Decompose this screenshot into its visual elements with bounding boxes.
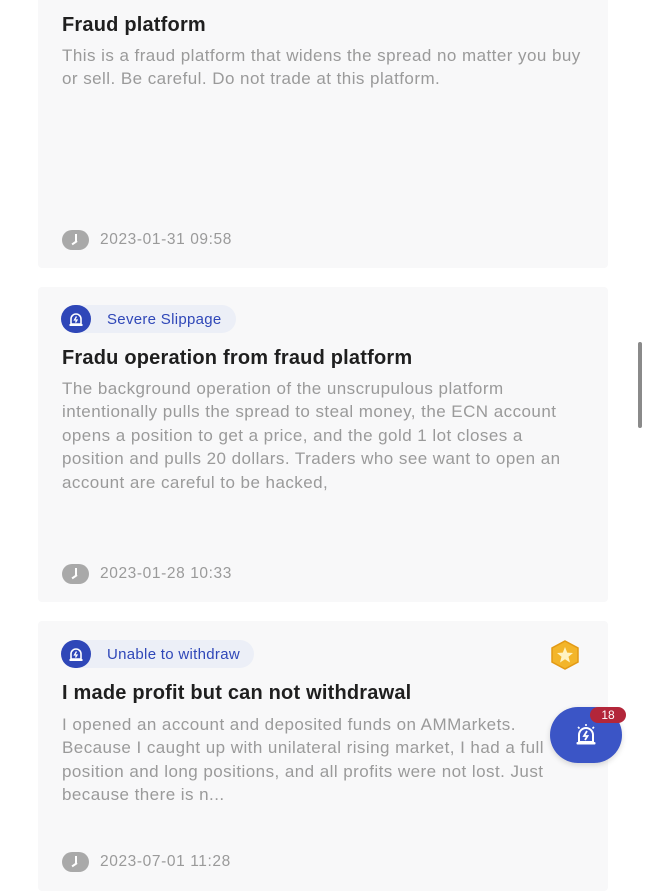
complaint-time: 2023-07-01 11:28 xyxy=(62,852,231,872)
complaint-title: Fraud platform xyxy=(62,14,206,36)
clock-icon xyxy=(62,564,89,584)
complaint-card[interactable]: Fraud platform This is a fraud platform … xyxy=(38,0,608,268)
complaint-card[interactable]: Unable to withdraw I made profit but can… xyxy=(38,621,608,891)
complaint-time: 2023-01-31 09:58 xyxy=(62,230,232,250)
complaint-body: This is a fraud platform that widens the… xyxy=(62,46,581,89)
complaint-card[interactable]: Severe Slippage Fradu operation from fra… xyxy=(38,287,608,602)
complaint-timestamp: 2023-01-28 10:33 xyxy=(100,565,232,582)
alarm-icon xyxy=(61,640,95,668)
category-tag: Severe Slippage xyxy=(61,305,236,333)
category-tag: Unable to withdraw xyxy=(61,640,254,668)
complaint-timestamp: 2023-07-01 11:28 xyxy=(100,853,231,870)
complaint-body: The background operation of the unscrupu… xyxy=(62,379,561,492)
clock-icon xyxy=(62,230,89,250)
complaint-body: I opened an account and deposited funds … xyxy=(62,715,544,805)
scrollbar[interactable] xyxy=(638,342,642,428)
clock-icon xyxy=(62,852,89,872)
complaint-title: I made profit but can not withdrawal xyxy=(62,682,412,704)
alarm-icon xyxy=(61,305,95,333)
notification-count-badge: 18 xyxy=(590,707,626,723)
complaint-timestamp: 2023-01-31 09:58 xyxy=(100,231,232,248)
category-tag-label: Unable to withdraw xyxy=(107,645,240,663)
complaint-time: 2023-01-28 10:33 xyxy=(62,564,232,584)
medal-icon xyxy=(551,640,579,670)
category-tag-label: Severe Slippage xyxy=(107,310,222,328)
complaint-title: Fradu operation from fraud platform xyxy=(62,347,413,369)
alarm-icon xyxy=(576,724,596,745)
